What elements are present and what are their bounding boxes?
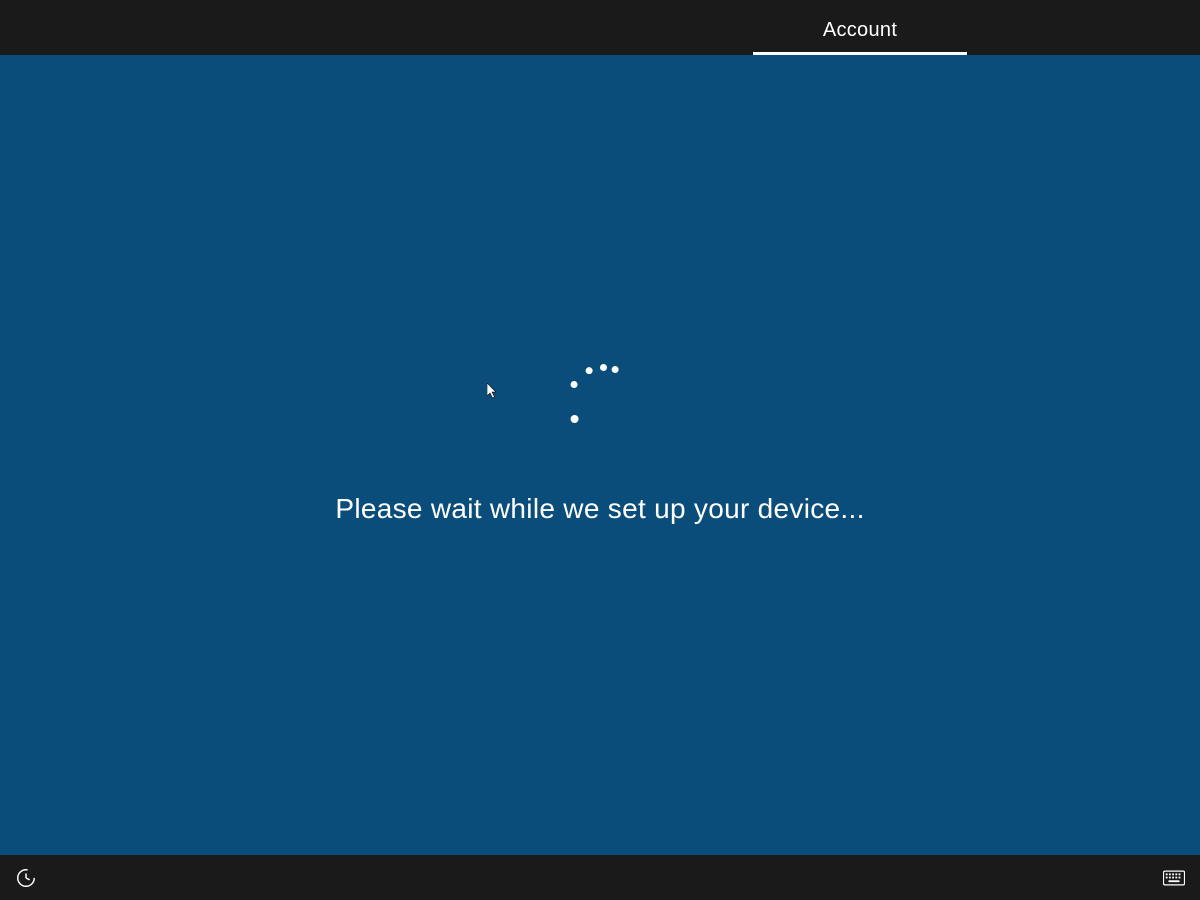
ease-of-access-icon[interactable]	[15, 867, 37, 889]
setup-status-message: Please wait while we set up your device.…	[335, 493, 864, 525]
on-screen-keyboard-icon[interactable]	[1163, 867, 1185, 889]
tab-account: Account	[753, 12, 967, 55]
setup-top-bar: Account	[0, 0, 1200, 55]
loading-spinner-icon	[560, 358, 640, 438]
setup-bottom-bar	[0, 855, 1200, 900]
setup-main-area: Please wait while we set up your device.…	[0, 55, 1200, 855]
tab-account-label: Account	[823, 19, 897, 42]
